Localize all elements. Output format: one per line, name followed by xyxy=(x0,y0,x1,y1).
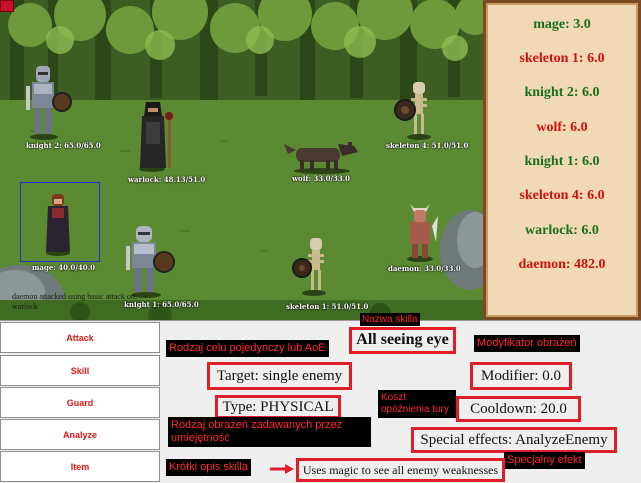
skill-button[interactable]: Skill xyxy=(0,355,160,386)
skill-cooldown: Cooldown: 20.0 xyxy=(456,396,581,422)
knight2-sprite[interactable] xyxy=(22,62,72,140)
annotation-target: Rodzaj celu pojedynczy lub AoE xyxy=(166,340,329,357)
skeleton4-sprite[interactable] xyxy=(393,80,443,140)
skeleton1-sprite[interactable] xyxy=(290,236,336,296)
battle-log: daemon attacked using basic attack on: w… xyxy=(12,292,138,311)
skill-modifier: Modifier: 0.0 xyxy=(470,362,572,390)
skill-description: Uses magic to see all enemy weaknesses xyxy=(296,458,505,482)
turn-entry: skeleton 1: 6.0 xyxy=(519,51,605,66)
skill-type: Type: PHYSICAL xyxy=(215,395,341,419)
knight2-label: knight 2: 65.0/65.0 xyxy=(26,141,101,150)
knight1-sprite[interactable] xyxy=(122,222,176,298)
turn-entry: daemon: 482.0 xyxy=(518,257,606,272)
item-button[interactable]: Item xyxy=(0,451,160,482)
selected-unit-frame xyxy=(20,182,100,262)
arrow-right-icon xyxy=(270,464,294,474)
annotation-damage-type: Rodzaj obrażeń zadawanych przez umiejętn… xyxy=(168,417,371,447)
annotation-modifier: Modyfikator obrażeń xyxy=(474,335,580,352)
warlock-label: warlock: 48.13/51.0 xyxy=(128,175,206,184)
wolf-sprite[interactable] xyxy=(282,134,362,174)
turn-order-panel: mage: 3.0 skeleton 1: 6.0 knight 2: 6.0 … xyxy=(483,0,641,320)
daemon-sprite[interactable] xyxy=(400,202,440,262)
annotation-special-effect: Specjalny efekt xyxy=(504,452,585,469)
skill-name: All seeing eye xyxy=(349,327,456,354)
guard-button[interactable]: Guard xyxy=(0,387,160,418)
analyze-button[interactable]: Analyze xyxy=(0,419,160,450)
daemon-label: daemon: 33.0/33.0 xyxy=(388,264,461,273)
turn-entry: warlock: 6.0 xyxy=(525,223,599,238)
skeleton4-label: skeleton 4: 51.0/51.0 xyxy=(386,141,469,150)
turn-entry: knight 1: 6.0 xyxy=(524,154,600,169)
wolf-label: wolf: 33.0/33.0 xyxy=(292,174,351,183)
skill-target: Target: single enemy xyxy=(207,362,352,390)
attack-button[interactable]: Attack xyxy=(0,322,160,353)
close-button[interactable] xyxy=(0,0,14,12)
annotation-skill-name: Nazwa skilla xyxy=(360,313,420,326)
action-menu: Attack Skill Guard Analyze Item xyxy=(0,322,160,483)
skill-special-effects: Special effects: AnalyzeEnemy xyxy=(411,427,617,453)
turn-entry: wolf: 6.0 xyxy=(536,120,588,135)
annotation-cooldown: Koszt opóźnienia tury xyxy=(378,390,456,418)
turn-entry: knight 2: 6.0 xyxy=(524,85,600,100)
turn-entry: mage: 3.0 xyxy=(533,17,591,32)
warlock-sprite[interactable] xyxy=(132,98,178,172)
turn-entry: skeleton 4: 6.0 xyxy=(519,188,605,203)
annotation-description: Krótki opis skilla xyxy=(166,459,251,476)
battlefield[interactable]: knight 2: 65.0/65.0 warlock: 48.13/51.0 … xyxy=(0,0,483,320)
mage-label: mage: 40.0/40.0 xyxy=(32,263,95,272)
skeleton1-label: skeleton 1: 51.0/51.0 xyxy=(286,302,369,311)
